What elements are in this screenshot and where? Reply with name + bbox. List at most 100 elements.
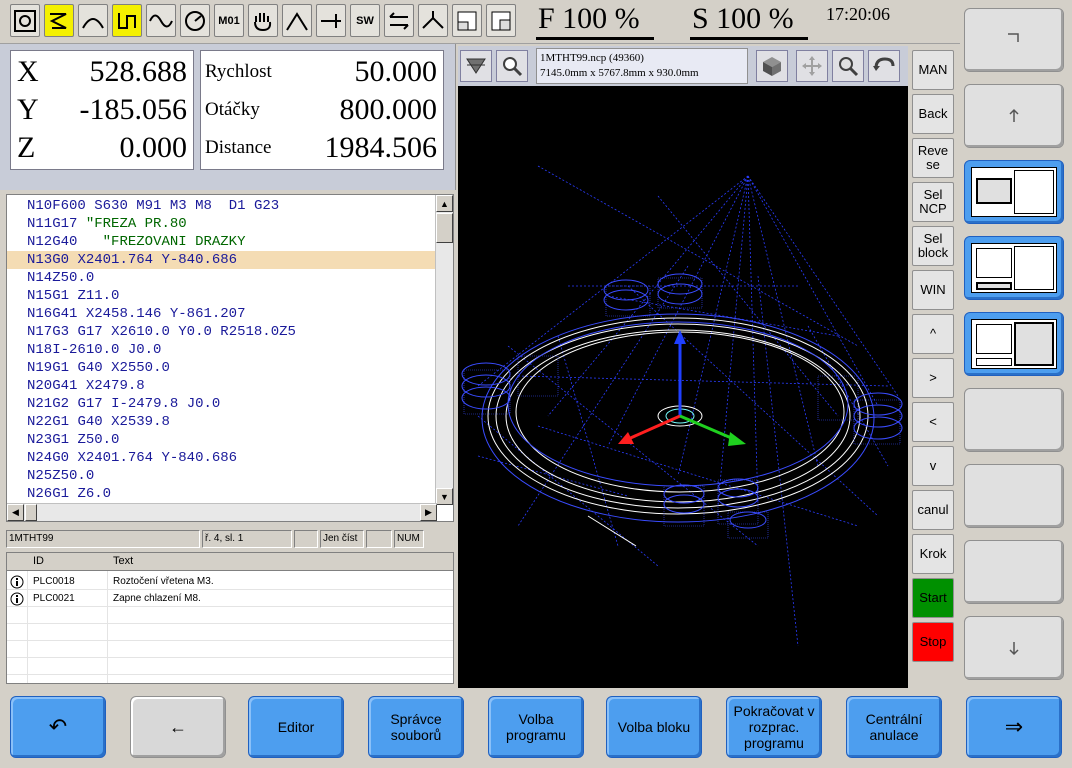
swap-icon[interactable] xyxy=(384,4,414,37)
sine-wave-icon[interactable] xyxy=(146,4,176,37)
tool-length-icon[interactable] xyxy=(316,4,346,37)
message-row[interactable]: PLC0018 Roztočení vřetena M3. xyxy=(7,573,453,590)
pan-icon[interactable] xyxy=(796,50,828,82)
down-arrow-button[interactable] xyxy=(964,616,1064,680)
program-line[interactable]: N18I-2610.0 J0.0 xyxy=(27,341,161,359)
reverse-button[interactable]: Reve se xyxy=(912,138,954,178)
hscroll-thumb[interactable] xyxy=(25,504,37,521)
sel-block-button[interactable]: Sel block xyxy=(912,226,954,266)
file-manager-button[interactable]: Správce souborů xyxy=(368,696,464,758)
program-line[interactable]: N19G1 G40 X2550.0 xyxy=(27,359,170,377)
program-step-icon[interactable] xyxy=(44,4,74,37)
y-axis-row: Y -185.056 xyxy=(11,91,193,129)
zoom-icon[interactable] xyxy=(832,50,864,82)
win-button[interactable]: WIN xyxy=(912,270,954,310)
layout-3-icon xyxy=(971,319,1057,369)
down-button[interactable]: v xyxy=(912,446,954,486)
status-num: NUM xyxy=(394,530,424,548)
program-line[interactable]: N21G2 G17 I-2479.8 J0.0 xyxy=(27,395,220,413)
program-line[interactable]: N25Z50.0 xyxy=(27,467,94,485)
select-program-button[interactable]: Volba programu xyxy=(488,696,584,758)
distance-value: 1984.506 xyxy=(324,131,438,164)
left-button[interactable]: < xyxy=(912,402,954,442)
machine-icon[interactable] xyxy=(10,4,40,37)
scroll-left-icon[interactable]: ◀ xyxy=(7,504,24,521)
layout-1-button[interactable] xyxy=(964,160,1064,224)
hand-icon[interactable] xyxy=(248,4,278,37)
curve-icon[interactable] xyxy=(282,4,312,37)
canul-button[interactable]: canul xyxy=(912,490,954,530)
man-button[interactable]: MAN xyxy=(912,50,954,90)
program-line[interactable]: N24G0 X2401.764 Y-840.686 xyxy=(27,449,237,467)
top-toolbar: M01 SW F 100 % S 100 % 17:20:06 xyxy=(0,0,960,44)
sel-ncp-button[interactable]: Sel NCP xyxy=(912,182,954,222)
dial-icon[interactable] xyxy=(180,4,210,37)
message-row[interactable]: PLC0021 Zapne chlazení M8. xyxy=(7,590,453,607)
messages-header: ID Text xyxy=(7,553,453,571)
program-line[interactable]: N20G41 X2479.8 xyxy=(27,377,145,395)
program-listing[interactable]: N10F600 S630 M91 M3 M8 D1 G23 N11G17 "FRE… xyxy=(6,194,454,522)
program-line[interactable]: N12G40 "FREZOVANI DRAZKY xyxy=(27,233,245,251)
corner-arrow-button[interactable] xyxy=(964,8,1064,72)
editor-button[interactable]: Editor xyxy=(248,696,344,758)
z-axis-row: Z 0.000 xyxy=(11,129,193,167)
m01-icon[interactable]: M01 xyxy=(214,4,244,37)
down-arrow-icon xyxy=(1009,642,1019,656)
program-line[interactable]: N15G1 Z11.0 xyxy=(27,287,119,305)
program-line[interactable]: N23G1 Z50.0 xyxy=(27,431,119,449)
toolpath-icon[interactable] xyxy=(112,4,142,37)
stop-button[interactable]: Stop xyxy=(912,622,954,662)
program-line[interactable]: N14Z50.0 xyxy=(27,269,94,287)
program-line[interactable]: N26G1 Z6.0 xyxy=(27,485,111,503)
speed-row: Rychlost 50.000 xyxy=(201,53,443,91)
window-large-icon[interactable] xyxy=(486,4,516,37)
back-arrow-button[interactable]: ← xyxy=(130,696,226,758)
krok-button[interactable]: Krok xyxy=(912,534,954,574)
col-text-header: Text xyxy=(113,555,134,567)
m01-label: M01 xyxy=(218,14,240,27)
program-line[interactable]: N17G3 G17 X2610.0 Y0.0 R2518.0Z5 xyxy=(27,323,296,341)
program-line[interactable]: N10F600 S630 M91 M3 M8 D1 G23 xyxy=(27,197,279,215)
feed-override[interactable]: F 100 % xyxy=(536,2,654,40)
start-button[interactable]: Start xyxy=(912,578,954,618)
sw-icon[interactable]: SW xyxy=(350,4,380,37)
program-line[interactable]: N16G41 X2458.146 Y-861.207 xyxy=(27,305,246,323)
continue-program-button[interactable]: Pokračovat v rozprac. programu xyxy=(726,696,822,758)
program-line[interactable]: N11G17 "FREZA PR.80 xyxy=(27,215,187,233)
window-small-icon[interactable] xyxy=(452,4,482,37)
scroll-thumb[interactable] xyxy=(436,213,453,243)
blank-side-button-1[interactable] xyxy=(964,388,1064,452)
next-button[interactable]: ⇒ xyxy=(966,696,1062,758)
radius-icon[interactable] xyxy=(418,4,448,37)
horizontal-scrollbar[interactable]: ◀ ▶ xyxy=(7,503,437,521)
z-axis-label: Z xyxy=(17,131,36,164)
program-line[interactable]: N22G1 G40 X2539.8 xyxy=(27,413,170,431)
rotate-icon[interactable] xyxy=(868,50,900,82)
central-cancel-button[interactable]: Centrální anulace xyxy=(846,696,942,758)
scroll-right-icon[interactable]: ▶ xyxy=(420,504,437,521)
right-button[interactable]: > xyxy=(912,358,954,398)
undo-button[interactable]: ↶ xyxy=(10,696,106,758)
cube-view-icon[interactable] xyxy=(756,50,788,82)
speed-display: Rychlost 50.000 Otáčky 800.000 Distance … xyxy=(200,50,444,170)
up-button[interactable]: ^ xyxy=(912,314,954,354)
up-arrow-button[interactable] xyxy=(964,84,1064,148)
messages-table[interactable]: ID Text PLC0018 Roztočení vřetena M3. PL… xyxy=(6,552,454,684)
layout-3-button[interactable] xyxy=(964,312,1064,376)
rpm-row: Otáčky 800.000 xyxy=(201,91,443,129)
arc-move-icon[interactable] xyxy=(78,4,108,37)
blank-side-button-2[interactable] xyxy=(964,464,1064,528)
scroll-up-icon[interactable]: ▲ xyxy=(436,195,453,212)
zoom-in-icon[interactable] xyxy=(496,50,528,82)
current-program-line[interactable]: N13G0 X2401.764 Y-840.686 xyxy=(7,251,435,269)
layout-2-button[interactable] xyxy=(964,236,1064,300)
file-name: 1MTHT99.ncp (49360) xyxy=(540,52,644,64)
spindle-override[interactable]: S 100 % xyxy=(690,2,808,40)
vertical-scrollbar[interactable]: ▲ ▼ xyxy=(435,195,453,505)
toolpath-3d-view[interactable] xyxy=(458,86,908,688)
scroll-down-icon[interactable]: ▼ xyxy=(436,488,453,505)
blank-side-button-3[interactable] xyxy=(964,540,1064,604)
select-block-button[interactable]: Volba bloku xyxy=(606,696,702,758)
back-button[interactable]: Back xyxy=(912,94,954,134)
filter-icon[interactable] xyxy=(460,50,492,82)
